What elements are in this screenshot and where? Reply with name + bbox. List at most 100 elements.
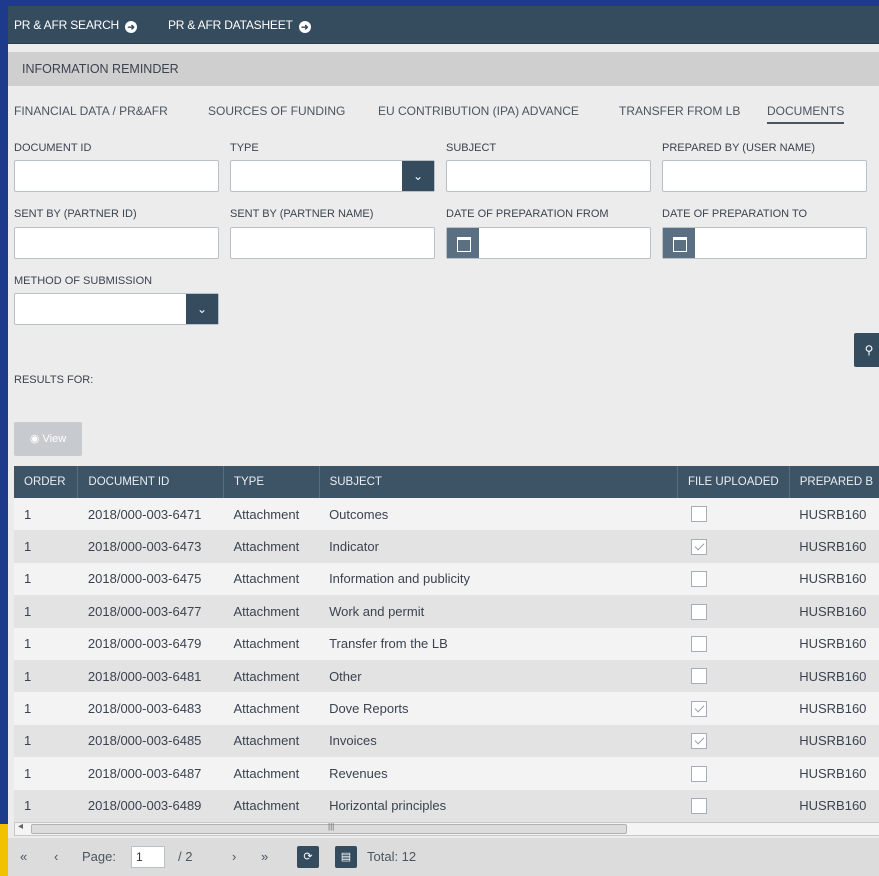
subject-input[interactable] bbox=[446, 160, 651, 192]
file-uploaded-checkbox[interactable] bbox=[691, 733, 708, 750]
table-row[interactable]: 1 2018/000-003-6475 Attachment Information … bbox=[14, 562, 879, 596]
prepared-by-cell: HUSRB160 bbox=[789, 530, 879, 563]
arrow-right-icon: ➜ bbox=[298, 21, 311, 33]
type-cell: Attachment bbox=[223, 562, 320, 596]
tab-bar: FINANCIAL DATA / PR&AFR SOURCES OF FUNDI… bbox=[8, 104, 879, 130]
search-icon: ⚲ bbox=[864, 343, 874, 357]
subject-cell: Transfer from the LB bbox=[319, 627, 678, 660]
table-row[interactable]: 1 2018/000-003-6489 Attachment Horizontal p… bbox=[14, 789, 879, 822]
type-cell: Attachment bbox=[223, 530, 320, 563]
sent-by-partner-name-input[interactable] bbox=[230, 227, 435, 259]
subject-cell: Outcomes bbox=[319, 498, 678, 531]
prepared-by-cell: HUSRB160 bbox=[789, 562, 879, 596]
method-of-submission-select[interactable]: ⌄ bbox=[14, 293, 219, 325]
documents-table: ORDER DOCUMENT ID TYPE SUBJECT FILE UPLO… bbox=[14, 466, 879, 822]
file-uploaded-checkbox[interactable] bbox=[691, 700, 708, 717]
file-uploaded-checkbox[interactable] bbox=[691, 797, 708, 814]
table-row[interactable]: 1 2018/000-003-6477 Attachment Work and per… bbox=[14, 595, 879, 628]
chevron-down-icon[interactable]: ⌄ bbox=[402, 161, 434, 191]
file-uploaded-cell bbox=[677, 724, 790, 758]
last-page-icon[interactable]: » bbox=[261, 849, 268, 864]
calendar-icon[interactable] bbox=[447, 228, 479, 258]
pr-afr-search-link[interactable]: PR & AFR SEARCH ➜ bbox=[14, 18, 138, 33]
prepared-by-input[interactable] bbox=[662, 160, 867, 192]
tab-sources-of-funding[interactable]: SOURCES OF FUNDING bbox=[208, 104, 345, 118]
sent-by-partner-id-label: SENT BY (PARTNER ID) bbox=[14, 208, 137, 220]
scroll-left-icon[interactable]: ◂ bbox=[18, 821, 23, 832]
view-button[interactable]: ◉ View bbox=[14, 422, 82, 456]
type-cell: Attachment bbox=[223, 595, 320, 628]
file-uploaded-checkbox[interactable] bbox=[691, 571, 708, 588]
subject-cell: Work and permit bbox=[319, 595, 678, 628]
tab-documents[interactable]: DOCUMENTS bbox=[767, 104, 845, 124]
col-prepared-by-header[interactable]: PREPARED B bbox=[789, 466, 879, 498]
subject-label: SUBJECT bbox=[446, 142, 497, 154]
type-cell: Attachment bbox=[223, 659, 320, 693]
col-order-header[interactable]: ORDER bbox=[14, 466, 79, 498]
table-row[interactable]: 1 2018/000-003-6487 Attachment Revenues HUSR… bbox=[14, 757, 879, 790]
document-id-cell: 2018/000-003-6477 bbox=[77, 595, 224, 628]
order-cell: 1 bbox=[14, 789, 78, 822]
file-uploaded-checkbox[interactable] bbox=[691, 668, 708, 685]
type-label: TYPE bbox=[230, 142, 259, 154]
order-cell: 1 bbox=[14, 724, 78, 758]
subject-cell: Indicator bbox=[319, 530, 678, 563]
table-row[interactable]: 1 2018/000-003-6473 Attachment Indicator HUS… bbox=[14, 530, 879, 563]
pr-afr-datasheet-link[interactable]: PR & AFR DATASHEET ➜ bbox=[168, 18, 311, 33]
next-page-icon[interactable]: › bbox=[232, 849, 236, 864]
file-uploaded-checkbox[interactable] bbox=[691, 603, 708, 620]
type-select[interactable]: ⌄ bbox=[230, 160, 435, 192]
order-cell: 1 bbox=[14, 692, 78, 725]
table-row[interactable]: 1 2018/000-003-6479 Attachment Transfer fro… bbox=[14, 627, 879, 660]
search-button[interactable]: ⚲ bbox=[854, 333, 879, 367]
first-page-icon[interactable]: « bbox=[20, 849, 27, 864]
document-id-cell: 2018/000-003-6471 bbox=[77, 498, 224, 531]
export-button[interactable]: ▤ bbox=[335, 846, 357, 868]
sent-by-partner-id-input[interactable] bbox=[14, 227, 219, 259]
prev-page-icon[interactable]: ‹ bbox=[54, 849, 58, 864]
chevron-down-icon[interactable]: ⌄ bbox=[186, 294, 218, 324]
order-cell: 1 bbox=[14, 627, 78, 660]
table-row[interactable]: 1 2018/000-003-6485 Attachment Invoices HUSR… bbox=[14, 724, 879, 758]
date-from-input[interactable] bbox=[446, 227, 651, 259]
document-id-cell: 2018/000-003-6475 bbox=[77, 562, 224, 596]
tab-eu-contribution[interactable]: EU CONTRIBUTION (IPA) ADVANCE bbox=[378, 104, 579, 118]
order-cell: 1 bbox=[14, 562, 78, 596]
file-uploaded-checkbox[interactable] bbox=[691, 765, 708, 782]
file-uploaded-checkbox[interactable] bbox=[691, 636, 708, 653]
subject-cell: Other bbox=[319, 659, 678, 693]
refresh-button[interactable]: ⟳ bbox=[297, 846, 319, 868]
table-row[interactable]: 1 2018/000-003-6471 Attachment Outcomes HUSR… bbox=[14, 498, 879, 531]
prepared-by-cell: HUSRB160 bbox=[789, 789, 879, 822]
view-button-label: View bbox=[42, 433, 67, 445]
file-uploaded-cell bbox=[677, 562, 790, 596]
prepared-by-cell: HUSRB160 bbox=[789, 595, 879, 628]
col-file-uploaded-header[interactable]: FILE UPLOADED bbox=[677, 466, 790, 498]
order-cell: 1 bbox=[14, 757, 78, 790]
file-uploaded-checkbox[interactable] bbox=[691, 538, 708, 555]
file-uploaded-cell bbox=[677, 595, 790, 628]
page-number-input[interactable] bbox=[131, 846, 165, 868]
date-to-input[interactable] bbox=[662, 227, 867, 259]
horizontal-scrollbar[interactable]: ◂ ||| bbox=[14, 821, 879, 836]
file-uploaded-cell bbox=[677, 530, 790, 563]
tab-transfer-from-lb[interactable]: TRANSFER FROM LB bbox=[619, 104, 740, 118]
col-subject-header[interactable]: SUBJECT bbox=[319, 466, 678, 498]
method-of-submission-label: METHOD OF SUBMISSION bbox=[14, 275, 153, 287]
scrollbar-thumb[interactable]: ||| bbox=[31, 822, 627, 834]
col-type-header[interactable]: TYPE bbox=[223, 466, 320, 498]
tab-financial-data[interactable]: FINANCIAL DATA / PR&AFR bbox=[14, 104, 168, 118]
calendar-icon[interactable] bbox=[663, 228, 695, 258]
top-nav-bar: PR & AFR SEARCH ➜ PR & AFR DATASHEET ➜ bbox=[8, 6, 879, 44]
col-document-id-header[interactable]: DOCUMENT ID bbox=[77, 466, 224, 498]
type-cell: Attachment bbox=[223, 724, 320, 758]
information-reminder-bar[interactable]: INFORMATION REMINDER bbox=[8, 52, 879, 86]
table-row[interactable]: 1 2018/000-003-6483 Attachment Dove Reports… bbox=[14, 692, 879, 725]
file-uploaded-cell bbox=[677, 789, 790, 822]
document-id-input[interactable] bbox=[14, 160, 219, 192]
pagination-bar: « ‹ Page: / 2 › » ⟳ ▤ Total: 12 bbox=[8, 838, 879, 876]
table-row[interactable]: 1 2018/000-003-6481 Attachment Other HUSRB16… bbox=[14, 659, 879, 693]
file-uploaded-checkbox[interactable] bbox=[691, 506, 708, 523]
order-cell: 1 bbox=[14, 595, 78, 628]
type-cell: Attachment bbox=[223, 498, 320, 531]
